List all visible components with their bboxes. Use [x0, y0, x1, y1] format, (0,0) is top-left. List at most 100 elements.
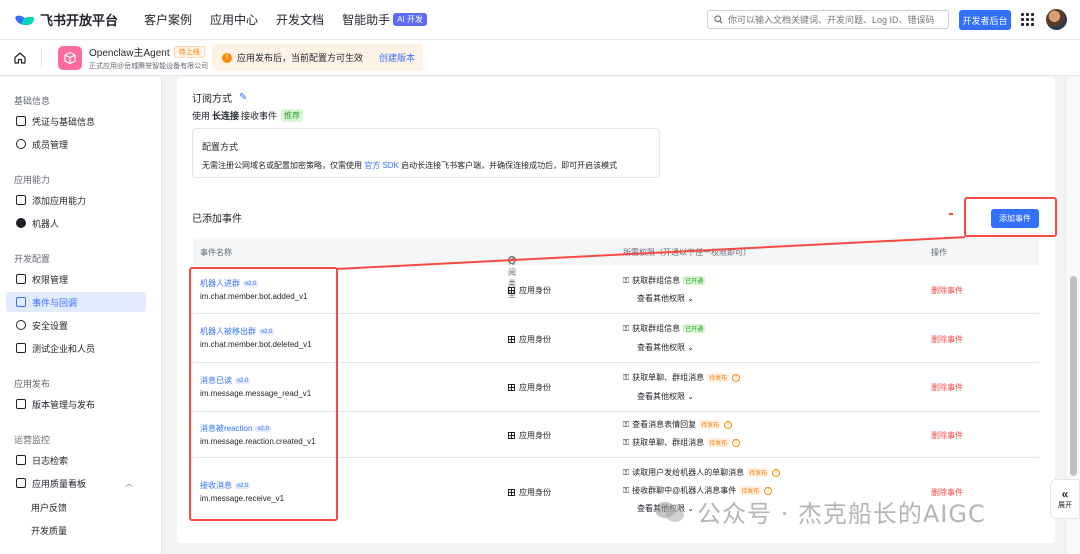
publish-notice: ! 应用发布后，当前配置方可生效 创建版本: [212, 44, 423, 71]
avatar[interactable]: [1046, 9, 1067, 30]
nav-smart-assistant[interactable]: 智能助手 AI 开发: [342, 11, 427, 28]
view-more-permissions[interactable]: 查看其他权限 ⌄: [637, 293, 694, 304]
key-icon: ⚿: [623, 275, 630, 285]
sidebar-item-security[interactable]: 安全设置: [6, 315, 146, 335]
edit-icon[interactable]: ✎: [239, 92, 247, 103]
delete-event-button[interactable]: 删除事件: [931, 334, 963, 345]
delete-event-button[interactable]: 删除事件: [931, 382, 963, 393]
sidebar-item-test-enterprise[interactable]: 测试企业和人员: [6, 338, 146, 358]
watermark: 公众号 · 杰克船长的AIGC: [655, 494, 986, 529]
info-icon[interactable]: !: [732, 438, 741, 447]
double-chevron-left-icon: «: [1061, 487, 1069, 501]
view-more-label: 查看其他权限: [637, 392, 685, 401]
subscription-type-label: 应用身份: [519, 286, 551, 295]
home-icon[interactable]: [13, 51, 27, 65]
use-suffix: 接收事件: [241, 111, 278, 121]
chevron-up-icon[interactable]: ︿: [125, 478, 133, 489]
subscription-type: 应用身份: [508, 487, 551, 498]
info-icon[interactable]: !: [724, 420, 733, 429]
sidebar-item-credentials[interactable]: 凭证与基础信息: [6, 111, 146, 131]
info-icon[interactable]: !: [732, 373, 741, 382]
subscription-type: 应用身份: [508, 430, 551, 441]
annotation-box-add-event: [964, 197, 1057, 237]
permission-status-badge: 已开通: [683, 324, 706, 333]
sidebar-item-logs[interactable]: 日志检索: [6, 450, 146, 470]
permission-item: ⚿ 查看消息表情回复 待发布!: [623, 419, 733, 430]
logo-text: 飞书开放平台: [40, 13, 119, 28]
permission-status-badge: 待发布: [699, 420, 722, 429]
apps-grid-icon[interactable]: [1021, 13, 1034, 26]
permission-item: ⚿ 获取单聊、群组消息 待发布!: [623, 437, 741, 448]
scrollbar-thumb[interactable]: [1070, 276, 1077, 476]
sidebar-item-label: 成员管理: [32, 139, 69, 150]
nav-app-center[interactable]: 应用中心: [210, 11, 258, 28]
wechat-icon: [655, 500, 687, 524]
view-more-label: 查看其他权限: [637, 294, 685, 303]
upload-icon: [16, 399, 26, 409]
official-sdk-link[interactable]: 官方 SDK: [364, 161, 399, 170]
sidebar-item-permissions[interactable]: 权限管理: [6, 269, 146, 289]
warning-icon: !: [222, 52, 232, 63]
event-icon: [16, 297, 26, 307]
use-prefix: 使用: [192, 111, 211, 121]
view-more-permissions[interactable]: 查看其他权限 ⌄: [637, 391, 694, 402]
view-more-permissions[interactable]: 查看其他权限 ⌄: [637, 342, 694, 353]
delete-event-button[interactable]: 删除事件: [931, 430, 963, 441]
nav-smart-assistant-label: 智能助手: [342, 13, 391, 27]
sidebar-item-label: 凭证与基础信息: [32, 116, 96, 127]
app-bar: Openclaw主Agent 待上线 正式应用@岳城腾誉智能设备有限公司 ! 应…: [0, 40, 1080, 76]
logo[interactable]: 飞书开放平台: [14, 10, 119, 29]
sidebar-item-add-capability[interactable]: 添加应用能力: [6, 190, 146, 210]
search-box[interactable]: [707, 10, 949, 29]
sidebar-item-label: 权限管理: [32, 274, 69, 285]
expand-label: 展开: [1058, 502, 1072, 509]
delete-event-button[interactable]: 删除事件: [931, 285, 963, 296]
config-desc-1: 无需注册公网域名或配置加密策略，仅需使用: [202, 161, 362, 170]
app-identity-icon: [508, 336, 515, 343]
view-more-label: 查看其他权限: [637, 343, 685, 352]
permission-label: 获取单聊、群组消息: [632, 438, 705, 447]
permission-item: ⚿ 获取群组信息 已开通: [623, 275, 706, 286]
subscription-type-label: 应用身份: [519, 431, 551, 440]
subscription-title-text: 订阅方式: [192, 94, 232, 105]
sidebar-item-members[interactable]: 成员管理: [6, 134, 146, 154]
config-desc-2: 启动长连接飞书客户端，并确保连接成功后，即可开启该模式: [401, 161, 618, 170]
method-name: 长连接: [212, 111, 240, 121]
app-identity-icon: [508, 489, 515, 496]
nav-customer-cases[interactable]: 客户案例: [144, 11, 192, 28]
info-icon[interactable]: !: [772, 468, 781, 477]
col-actions: 操作: [931, 248, 947, 257]
sidebar-item-bot[interactable]: 机器人: [6, 213, 146, 233]
subscription-type-label: 应用身份: [519, 488, 551, 497]
create-version-link[interactable]: 创建版本: [379, 51, 415, 64]
log-icon: [16, 455, 26, 465]
sidebar-group-ops: 运营监控: [14, 435, 51, 445]
added-events-title: 已添加事件: [192, 214, 242, 225]
permission-label: 查看消息表情回复: [632, 420, 697, 429]
sidebar-item-label: 应用质量看板: [32, 478, 87, 489]
expand-button[interactable]: « 展开: [1050, 479, 1080, 519]
sidebar-item-version[interactable]: 版本管理与发布: [6, 394, 146, 414]
app-subtitle: 正式应用@岳城腾誉智能设备有限公司: [89, 63, 209, 70]
nav-dev-docs[interactable]: 开发文档: [276, 11, 324, 28]
annotation-box-events: [189, 267, 338, 521]
permission-status-badge: 已开通: [683, 276, 706, 285]
sidebar-item-label: 机器人: [32, 218, 60, 229]
credential-icon: [16, 116, 26, 126]
app-identity-icon: [508, 287, 515, 294]
sidebar-item-dev-quality[interactable]: 开发质量: [31, 524, 67, 537]
app-identity-icon: [508, 432, 515, 439]
col-event-name: 事件名称: [200, 248, 232, 257]
search-input[interactable]: [728, 14, 938, 25]
developer-console-button[interactable]: 开发者后台: [959, 10, 1011, 30]
subscription-title: 订阅方式 ✎: [192, 90, 247, 105]
red-mark: [949, 213, 953, 215]
sidebar: 基础信息 凭证与基础信息 成员管理 应用能力 添加应用能力 机器人 开发配置 权…: [0, 77, 162, 554]
top-nav: 飞书开放平台 客户案例 应用中心 开发文档 智能助手AI 开发 开发者后台: [0, 0, 1080, 40]
key-icon: ⚿: [623, 437, 630, 447]
sidebar-item-events[interactable]: 事件与回调: [6, 292, 146, 312]
sidebar-item-feedback[interactable]: 用户反馈: [31, 501, 67, 514]
sidebar-group-dev: 开发配置: [14, 254, 51, 264]
subscription-type: 应用身份: [508, 285, 551, 296]
shield-icon: [16, 320, 26, 330]
